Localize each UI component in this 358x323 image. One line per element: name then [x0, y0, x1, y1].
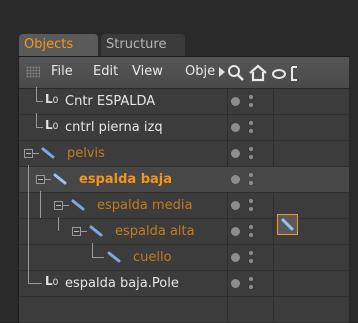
tree-line: [36, 127, 43, 128]
object-label: pelvis: [67, 146, 105, 161]
visibility-dot-icon[interactable]: [231, 149, 240, 158]
tree-line: [81, 231, 87, 232]
tree-row[interactable]: L0 espalda baja.Pole: [19, 269, 349, 297]
tree-line: [36, 101, 43, 102]
tab-structure[interactable]: Structure: [101, 34, 185, 56]
render-dot-icon[interactable]: [249, 277, 253, 281]
null-object-icon: L0: [45, 118, 59, 132]
tree-row[interactable]: espalda media: [19, 191, 349, 219]
tree-row-selected[interactable]: espalda baja: [19, 165, 349, 193]
render-dot-icon[interactable]: [249, 225, 253, 229]
window-frame: Objects Structure File Edit View Obje L0…: [0, 0, 358, 323]
render-dot-icon[interactable]: [249, 173, 253, 177]
collapse-toggle-icon[interactable]: [36, 175, 45, 184]
menu-overflow-icon[interactable]: [219, 67, 225, 77]
tree-line: [45, 179, 51, 180]
visibility-dot-icon[interactable]: [231, 175, 240, 184]
tree-line: [28, 191, 29, 218]
tree-line: [58, 217, 59, 231]
joint-icon: [71, 199, 85, 211]
home-icon[interactable]: [248, 64, 268, 82]
tree-line: [36, 113, 37, 127]
menu-objects[interactable]: Obje: [185, 64, 215, 79]
object-label: espalda alta: [115, 224, 195, 239]
render-dot-icon[interactable]: [249, 103, 253, 107]
object-manager-panel: File Edit View Obje L0 Cntr ESPALDA L0 c…: [18, 56, 349, 323]
visibility-dot-icon[interactable]: [231, 279, 240, 288]
object-label: espalda baja.Pole: [65, 276, 179, 291]
tree-line: [33, 153, 39, 154]
menu-edit[interactable]: Edit: [93, 64, 118, 79]
object-label: cntrl pierna izq: [65, 120, 163, 135]
visibility-dot-icon[interactable]: [231, 123, 240, 132]
search-icon[interactable]: [227, 64, 245, 82]
menu-view[interactable]: View: [132, 64, 163, 79]
render-dot-icon[interactable]: [249, 251, 253, 255]
menu-file[interactable]: File: [51, 64, 73, 79]
joint-icon: [41, 147, 55, 159]
object-label: espalda baja: [79, 172, 172, 187]
visibility-dot-icon[interactable]: [231, 201, 240, 210]
shape-icon[interactable]: [271, 64, 287, 82]
tree-line: [28, 269, 29, 283]
tree-line: [40, 191, 41, 218]
tree-row[interactable]: espalda alta: [19, 217, 349, 245]
tree-row[interactable]: pelvis: [19, 141, 349, 167]
collapse-toggle-icon[interactable]: [72, 227, 81, 236]
ik-tag-icon[interactable]: [277, 214, 298, 235]
tree-line: [92, 243, 93, 257]
render-dot-icon[interactable]: [249, 147, 253, 151]
tree-line: [28, 217, 29, 244]
tree-row[interactable]: cuello: [19, 243, 349, 271]
joint-icon: [107, 251, 121, 263]
joint-icon: [89, 225, 103, 237]
render-dot-icon[interactable]: [249, 285, 253, 289]
menu-toolbar: File Edit View Obje: [19, 57, 349, 89]
render-dot-icon[interactable]: [249, 207, 253, 211]
visibility-dot-icon[interactable]: [231, 97, 240, 106]
tree-row[interactable]: L0 Cntr ESPALDA: [19, 87, 349, 115]
tree-line: [92, 257, 104, 258]
render-dot-icon[interactable]: [249, 233, 253, 237]
object-label: espalda media: [97, 198, 193, 213]
joint-icon: [53, 173, 67, 185]
tree-line: [28, 243, 29, 270]
tree-row-empty: [19, 297, 349, 323]
collapse-toggle-icon[interactable]: [54, 201, 63, 210]
object-label: Cntr ESPALDA: [65, 94, 156, 109]
render-dot-icon[interactable]: [249, 95, 253, 99]
tab-objects[interactable]: Objects: [19, 34, 98, 56]
panel-grip-icon[interactable]: [26, 66, 40, 78]
render-dot-icon[interactable]: [249, 155, 253, 159]
visibility-dot-icon[interactable]: [231, 227, 240, 236]
render-dot-icon[interactable]: [249, 121, 253, 125]
visibility-dot-icon[interactable]: [231, 253, 240, 262]
null-object-icon: L0: [45, 274, 59, 288]
tree-line: [28, 283, 42, 284]
tab-bar: Objects Structure: [13, 33, 343, 57]
bracket-icon[interactable]: [289, 64, 299, 82]
tree-row[interactable]: L0 cntrl pierna izq: [19, 113, 349, 141]
tree-line: [28, 165, 29, 192]
object-label: cuello: [133, 250, 172, 265]
render-dot-icon[interactable]: [249, 259, 253, 263]
render-dot-icon[interactable]: [249, 129, 253, 133]
render-dot-icon[interactable]: [249, 199, 253, 203]
tree-line: [36, 87, 37, 101]
collapse-toggle-icon[interactable]: [24, 149, 33, 158]
render-dot-icon[interactable]: [249, 181, 253, 185]
tree-line: [63, 205, 69, 206]
null-object-icon: L0: [45, 92, 59, 106]
